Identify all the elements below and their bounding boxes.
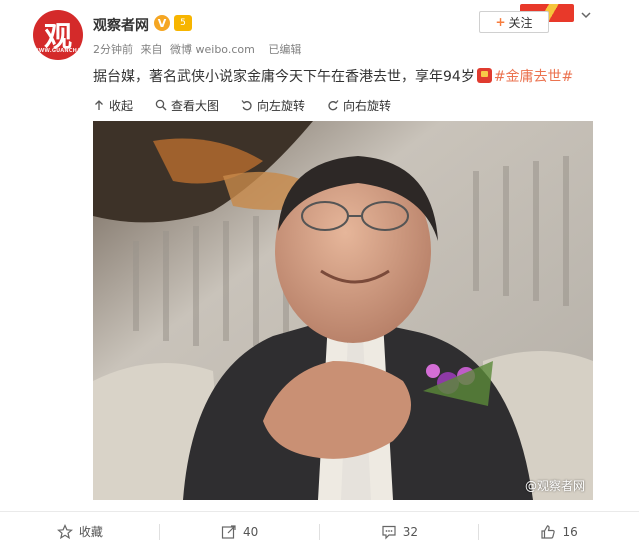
- rotate-right-button[interactable]: 向右旋转: [327, 97, 391, 114]
- post-photo[interactable]: @观察者网: [93, 121, 593, 500]
- comment-button[interactable]: 32: [320, 512, 480, 551]
- collapse-label: 收起: [109, 98, 134, 113]
- view-large-label: 查看大图: [171, 98, 220, 113]
- weibo-post-card: 观 WWW.GUANCHA.CN 观察者网 V 5 2分钟前 来自 微博 wei…: [0, 0, 639, 551]
- like-icon: [541, 524, 556, 539]
- verified-badge-icon: V: [154, 15, 170, 31]
- level-badge-icon: 5: [174, 15, 192, 31]
- favorite-label: 收藏: [78, 525, 103, 539]
- watermark-text: @观察者网: [524, 479, 585, 493]
- post-meta: 2分钟前 来自 微博 weibo.com 已编辑: [93, 41, 305, 57]
- candle-emoji-icon: [476, 68, 492, 83]
- post-time[interactable]: 2分钟前: [93, 43, 133, 56]
- repost-icon: [221, 524, 236, 539]
- plus-icon: +: [495, 15, 506, 29]
- collapse-icon: [95, 100, 103, 110]
- edited-label[interactable]: 已编辑: [268, 43, 301, 56]
- repost-button[interactable]: 40: [160, 512, 320, 551]
- rotate-right-label: 向右旋转: [343, 98, 392, 113]
- like-count: 16: [562, 524, 578, 539]
- image-toolbar: 收起 查看大图 向左旋转 向右旋转: [93, 96, 413, 114]
- rotate-right-icon: [328, 100, 339, 111]
- author-name[interactable]: 观察者网: [93, 15, 149, 35]
- follow-button[interactable]: + 关注: [479, 11, 549, 33]
- follow-label: 关注: [508, 15, 533, 30]
- comment-count: 32: [402, 524, 419, 539]
- zoom-icon: [155, 99, 167, 111]
- post-text-body: 据台媒，著名武侠小说家金庸今天下午在香港去世，享年94岁: [93, 69, 475, 85]
- rotate-left-button[interactable]: 向左旋转: [241, 97, 305, 114]
- like-button[interactable]: 16: [479, 512, 639, 551]
- collapse-button[interactable]: 收起: [93, 97, 133, 114]
- photo-watermark: @观察者网: [525, 477, 585, 494]
- post-text: 据台媒，著名武侠小说家金庸今天下午在香港去世，享年94岁 #金庸去世#: [93, 66, 573, 86]
- comment-icon: [382, 525, 396, 539]
- rotate-left-icon: [241, 100, 252, 111]
- avatar[interactable]: 观 WWW.GUANCHA.CN: [33, 10, 83, 60]
- avatar-logo-subtext: WWW.GUANCHA.CN: [33, 48, 83, 54]
- post-source[interactable]: 微博 weibo.com: [170, 43, 255, 56]
- view-large-button[interactable]: 查看大图: [155, 97, 219, 114]
- portrait-image: [93, 121, 593, 500]
- favorite-button[interactable]: 收藏: [0, 512, 160, 551]
- hashtag-link[interactable]: #金庸去世#: [494, 69, 573, 85]
- chevron-down-icon[interactable]: [580, 9, 592, 21]
- star-icon: [56, 523, 73, 539]
- rotate-left-label: 向左旋转: [257, 98, 306, 113]
- repost-count: 40: [242, 524, 259, 539]
- post-from-label: 来自: [140, 43, 163, 56]
- action-bar: 收藏 40 32 16: [0, 512, 639, 551]
